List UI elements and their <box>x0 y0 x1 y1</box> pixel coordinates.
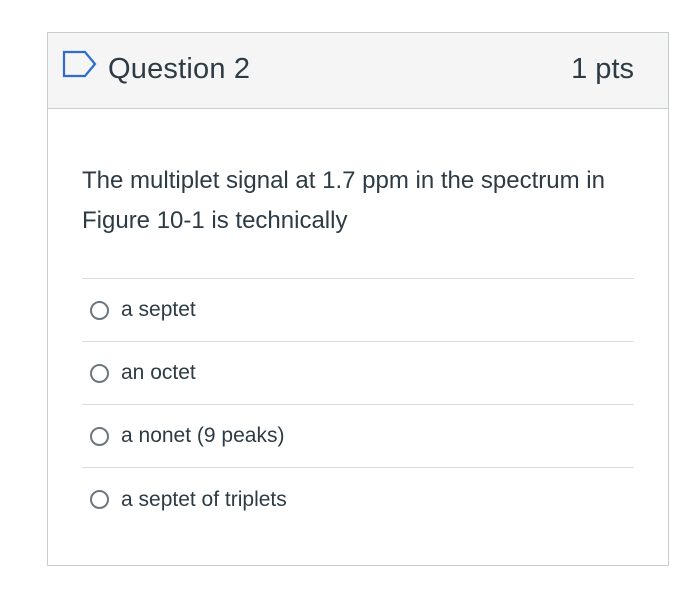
answer-list: a septet an octet a nonet (9 peaks) a se… <box>82 278 634 531</box>
radio-button[interactable] <box>90 490 109 509</box>
flag-question-icon[interactable] <box>61 50 97 78</box>
question-body: The multiplet signal at 1.7 ppm in the s… <box>48 161 668 531</box>
answer-label: a nonet (9 peaks) <box>121 424 285 447</box>
question-text: The multiplet signal at 1.7 ppm in the s… <box>82 167 605 234</box>
radio-button[interactable] <box>90 426 109 446</box>
answer-label: a septet of triplets <box>121 487 287 511</box>
answer-label: a septet <box>121 298 196 321</box>
radio-button[interactable] <box>90 363 109 383</box>
question-card: Question 2 1 pts The multiplet signal at… <box>47 32 669 566</box>
answer-label: an octet <box>121 361 196 384</box>
answer-option[interactable]: a septet <box>82 279 634 342</box>
question-title: Question 2 <box>108 53 251 85</box>
radio-button[interactable] <box>90 300 109 320</box>
question-points: 1 pts <box>571 53 634 85</box>
question-header: Question 2 1 pts <box>48 33 668 109</box>
answer-option[interactable]: a nonet (9 peaks) <box>82 405 634 468</box>
answer-option[interactable]: a septet of triplets <box>82 468 634 531</box>
answer-option[interactable]: an octet <box>82 342 634 405</box>
